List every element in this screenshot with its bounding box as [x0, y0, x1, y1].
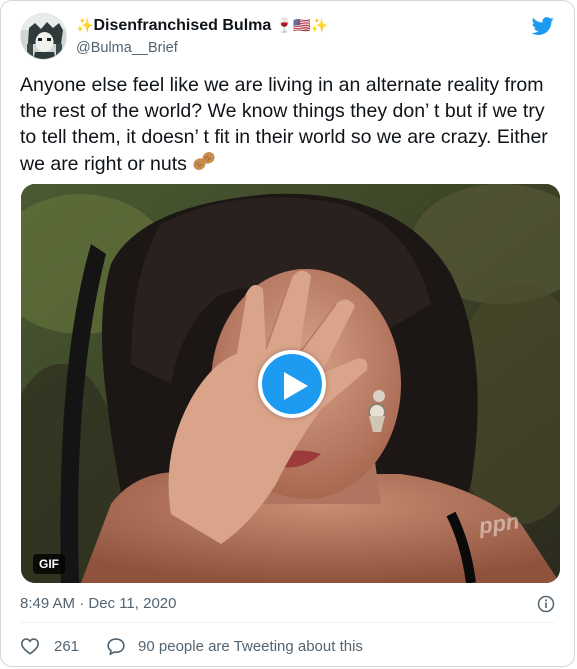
gif-badge: GIF — [33, 554, 65, 574]
tweet-card[interactable]: ✨Disenfranchised Bulma 🍷🇺🇸✨ @Bulma__Brie… — [0, 0, 575, 667]
avatar-image — [21, 14, 66, 59]
gif-media[interactable]: ppn GIF — [21, 184, 560, 583]
tweet-text: Anyone else feel like we are living in a… — [20, 72, 560, 177]
peanut-icon — [193, 152, 215, 170]
tweet-text-body: Anyone else feel like we are living in a… — [20, 74, 548, 175]
tweet-header: ✨Disenfranchised Bulma 🍷🇺🇸✨ @Bulma__Brie… — [20, 13, 556, 61]
display-name-text: Disenfranchised Bulma — [93, 17, 272, 34]
user-handle[interactable]: @Bulma__Brief — [76, 38, 456, 58]
emoji-suffix: 🍷🇺🇸✨ — [275, 17, 329, 33]
like-button[interactable]: 261 — [20, 637, 79, 655]
conversation-label: 90 people are Tweeting about this — [138, 637, 363, 655]
avatar[interactable] — [20, 13, 67, 60]
heart-icon — [20, 638, 40, 655]
user-block[interactable]: ✨Disenfranchised Bulma 🍷🇺🇸✨ @Bulma__Brie… — [76, 15, 456, 58]
play-button[interactable] — [258, 350, 326, 418]
info-icon[interactable] — [537, 595, 555, 613]
tweet-actions: 261 90 people are Tweeting about this — [20, 635, 363, 657]
play-icon — [284, 372, 308, 400]
sparkle-emoji-prefix: ✨ — [76, 17, 94, 33]
twitter-bird-icon[interactable] — [530, 15, 556, 37]
speech-bubble-icon — [107, 637, 125, 655]
watermark: ppn — [477, 508, 521, 539]
divider — [20, 622, 555, 623]
display-name[interactable]: ✨Disenfranchised Bulma 🍷🇺🇸✨ — [76, 15, 456, 36]
conversation-link[interactable]: 90 people are Tweeting about this — [106, 637, 363, 656]
tweet-timestamp[interactable]: 8:49 AM · Dec 11, 2020 — [20, 594, 176, 614]
like-count: 261 — [54, 637, 80, 655]
